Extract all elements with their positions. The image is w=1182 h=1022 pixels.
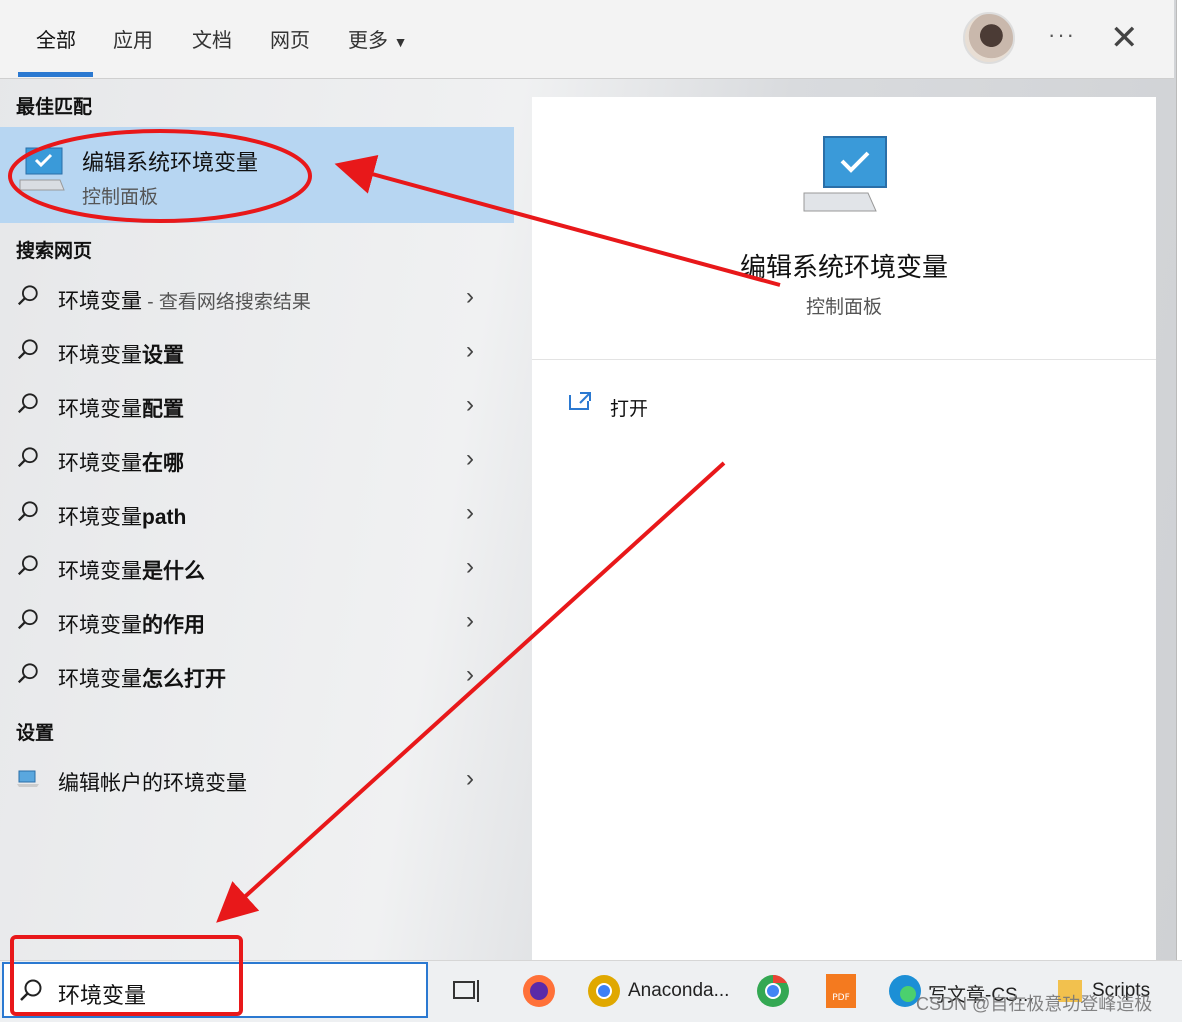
- active-tab-indicator: [18, 72, 93, 77]
- task-view-icon[interactable]: [452, 972, 482, 1010]
- section-web: 搜索网页: [16, 241, 93, 262]
- chevron-right-icon: ›: [466, 661, 474, 688]
- web-result-item[interactable]: 环境变量配置 ›: [0, 381, 514, 431]
- search-icon: [17, 555, 38, 576]
- tab-apps[interactable]: 应用: [113, 24, 153, 53]
- web-result-suffix: 的作用: [142, 614, 205, 637]
- search-icon: [20, 979, 42, 1001]
- web-result-label: 环境变量怎么打开: [58, 663, 226, 693]
- chevron-right-icon: ›: [466, 607, 474, 634]
- search-icon: [17, 663, 38, 684]
- web-result-prefix: 环境变量: [58, 614, 142, 637]
- chevron-right-icon: ›: [466, 445, 474, 472]
- web-result-label: 环境变量是什么: [58, 555, 205, 585]
- web-result-suffix: 设置: [142, 344, 184, 367]
- open-action[interactable]: 打开: [610, 394, 648, 421]
- web-result-label: 环境变量配置: [58, 393, 184, 423]
- preview-pane: 编辑系统环境变量 控制面板 打开: [532, 97, 1156, 961]
- search-icon: [17, 339, 38, 360]
- web-result-prefix: 环境变量: [58, 290, 142, 313]
- web-result-suffix: 是什么: [142, 560, 205, 583]
- search-icon: [17, 285, 38, 306]
- chevron-right-icon: ›: [466, 283, 474, 310]
- web-result-item[interactable]: 环境变量path ›: [0, 489, 514, 539]
- monitor-check-large-icon: [803, 136, 887, 212]
- best-match-title: 编辑系统环境变量: [82, 150, 259, 175]
- taskbar-anaconda-label[interactable]: Anaconda...: [628, 980, 729, 1002]
- web-result-item[interactable]: 环境变量设置 ›: [0, 327, 514, 377]
- web-result-prefix: 环境变量: [58, 560, 142, 583]
- chevron-right-icon: ›: [466, 337, 474, 364]
- web-result-prefix: 环境变量: [58, 506, 142, 529]
- web-result-item[interactable]: 环境变量 - 查看网络搜索结果 ›: [0, 273, 514, 323]
- tab-more[interactable]: 更多 ▼: [348, 24, 407, 53]
- web-result-item[interactable]: 环境变量的作用 ›: [0, 597, 514, 647]
- tab-docs[interactable]: 文档: [192, 24, 232, 53]
- section-settings: 设置: [16, 723, 55, 744]
- search-icon: [17, 501, 38, 522]
- web-result-label: 环境变量path: [58, 501, 186, 531]
- web-result-prefix: 环境变量: [58, 452, 142, 475]
- chevron-right-icon: ›: [466, 765, 474, 792]
- web-result-label: 环境变量设置: [58, 339, 184, 369]
- search-icon: [17, 447, 38, 468]
- web-result-label: 环境变量在哪: [58, 447, 184, 477]
- preview-divider: [532, 359, 1156, 360]
- preview-subtitle: 控制面板: [805, 297, 882, 318]
- settings-result-item[interactable]: 编辑帐户的环境变量 ›: [0, 755, 514, 805]
- monitor-check-icon: [19, 147, 65, 191]
- caret-down-icon: ▼: [393, 34, 408, 50]
- section-best-match: 最佳匹配: [16, 97, 93, 118]
- search-icon: [17, 609, 38, 630]
- chevron-right-icon: ›: [466, 553, 474, 580]
- web-result-suffix: 怎么打开: [142, 668, 226, 691]
- search-input-value: 环境变量: [58, 983, 147, 1008]
- chevron-right-icon: ›: [466, 391, 474, 418]
- more-options-icon[interactable]: ···: [1048, 22, 1076, 48]
- chrome-icon[interactable]: [754, 972, 792, 1010]
- web-result-prefix: 环境变量: [58, 398, 142, 421]
- avatar[interactable]: [963, 12, 1015, 64]
- firefox-icon[interactable]: [520, 972, 558, 1010]
- web-result-suffix: 配置: [142, 398, 184, 421]
- web-result-item[interactable]: 环境变量在哪 ›: [0, 435, 514, 485]
- web-result-hint: - 查看网络搜索结果: [142, 292, 311, 313]
- close-icon[interactable]: ✕: [1110, 18, 1139, 58]
- chevron-right-icon: ›: [466, 499, 474, 526]
- web-result-suffix: 在哪: [142, 452, 184, 475]
- web-result-prefix: 环境变量: [58, 668, 142, 691]
- chrome-canary-icon[interactable]: [585, 972, 623, 1010]
- web-result-suffix: path: [142, 506, 187, 529]
- web-result-prefix: 环境变量: [58, 344, 142, 367]
- best-match-subtitle: 控制面板: [82, 187, 159, 208]
- search-icon: [17, 393, 38, 414]
- svg-text:PDF: PDF: [832, 993, 850, 1003]
- pdf-icon[interactable]: PDF: [822, 972, 860, 1010]
- tab-more-label: 更多: [348, 30, 388, 52]
- settings-laptop-icon: [17, 770, 39, 787]
- preview-title: 编辑系统环境变量: [739, 252, 948, 282]
- web-result-item[interactable]: 环境变量怎么打开 ›: [0, 651, 514, 701]
- web-result-label: 环境变量 - 查看网络搜索结果: [58, 285, 311, 315]
- watermark: CSDN @自在极意功登峰造极: [916, 994, 1153, 1014]
- open-external-icon: [569, 392, 591, 410]
- tab-all[interactable]: 全部: [36, 24, 76, 53]
- web-result-label: 环境变量的作用: [58, 609, 205, 639]
- settings-result-label: 编辑帐户的环境变量: [58, 772, 247, 795]
- web-result-item[interactable]: 环境变量是什么 ›: [0, 543, 514, 593]
- tab-web[interactable]: 网页: [270, 24, 310, 53]
- tab-bar: 全部 应用 文档 网页 更多 ▼ ··· ✕: [0, 0, 1174, 79]
